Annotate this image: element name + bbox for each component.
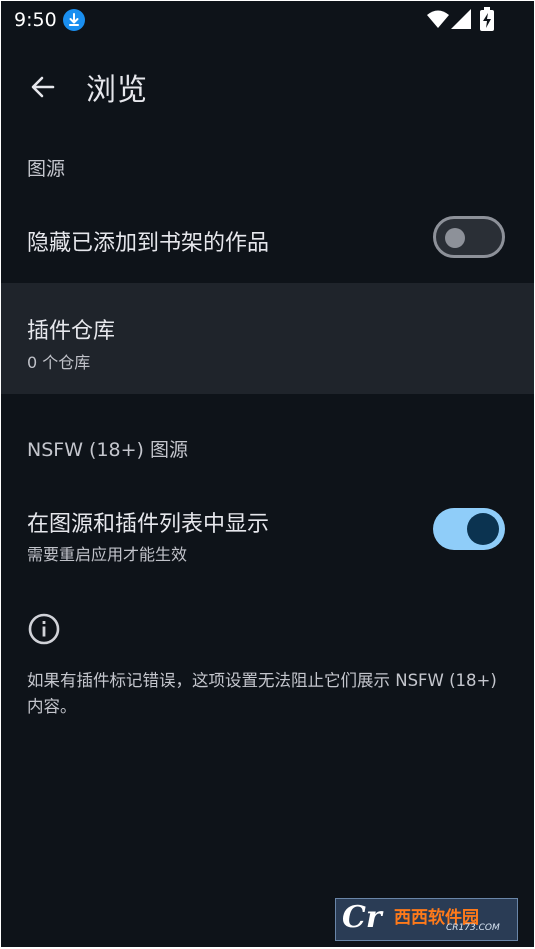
switch-thumb <box>467 513 499 545</box>
section-header-nsfw: NSFW (18+) 图源 <box>27 439 188 461</box>
watermark-url: CR173.COM <box>446 923 500 933</box>
nsfw-info-text: 如果有插件标记错误，这项设置无法阻止它们展示 NSFW (18+) 内容。 <box>27 671 497 716</box>
extension-repos-title: 插件仓库 <box>27 319 116 344</box>
hide-in-library-title: 隐藏已添加到书架的作品 <box>27 231 270 256</box>
status-bar: 9:50 <box>1 1 534 41</box>
section-header-sources: 图源 <box>27 158 66 180</box>
app-bar: 浏览 <box>1 51 534 121</box>
info-icon <box>27 612 61 646</box>
battery-charging-icon <box>480 7 494 35</box>
wifi-icon <box>427 9 449 33</box>
site-watermark: Cr 西西软件园 CR173.COM <box>335 898 518 941</box>
hide-in-library-switch[interactable] <box>433 216 505 258</box>
signal-icon <box>451 9 471 33</box>
back-button[interactable] <box>19 67 67 107</box>
show-nsfw-summary: 需要重启应用才能生效 <box>27 545 188 564</box>
download-icon <box>63 9 85 31</box>
show-nsfw-title: 在图源和插件列表中显示 <box>27 512 270 537</box>
hide-in-library-row[interactable]: 隐藏已添加到书架的作品 <box>1 195 534 283</box>
arrow-left-icon <box>31 76 55 98</box>
browse-settings-screen: 9:50 浏览 图源 隐藏已添加到书架的作品 插件仓库 0 个仓库 NSFW (… <box>1 1 534 947</box>
status-time: 9:50 <box>14 9 57 31</box>
show-nsfw-switch[interactable] <box>433 508 505 550</box>
watermark-logo: Cr <box>342 900 382 935</box>
switch-thumb <box>445 228 465 248</box>
show-nsfw-row[interactable]: 在图源和插件列表中显示 需要重启应用才能生效 <box>1 486 534 581</box>
extension-repos-row[interactable]: 插件仓库 0 个仓库 <box>1 283 534 394</box>
page-title: 浏览 <box>86 73 148 108</box>
extension-repos-summary: 0 个仓库 <box>27 353 91 372</box>
